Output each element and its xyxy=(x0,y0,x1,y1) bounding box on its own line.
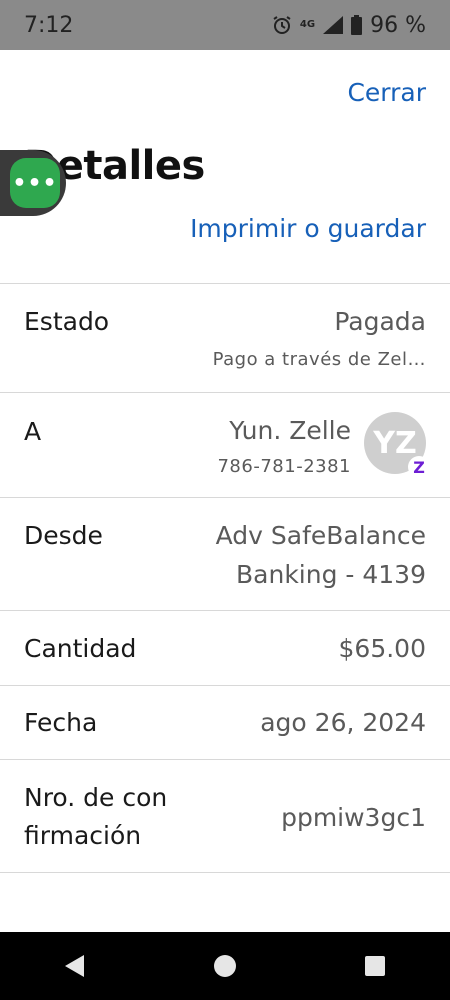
divider xyxy=(0,685,450,686)
floating-chat-bubble[interactable]: ••• xyxy=(0,150,66,216)
zelle-icon: Z xyxy=(408,456,430,478)
home-icon[interactable] xyxy=(205,946,245,986)
network-type-label: 4G xyxy=(299,19,316,30)
recipient-label: A xyxy=(24,417,42,446)
status-label: Estado xyxy=(24,307,110,336)
battery-icon xyxy=(351,15,363,35)
divider xyxy=(0,392,450,393)
divider xyxy=(0,610,450,611)
recents-icon[interactable] xyxy=(355,946,395,986)
divider xyxy=(0,872,450,873)
from-account-line1: Adv SafeBalance xyxy=(215,521,426,550)
avatar: YZ Z xyxy=(364,412,430,478)
recipient-name: Yun. Zelle xyxy=(229,416,351,445)
status-icons: 4G 96 % xyxy=(272,13,426,38)
more-icon: ••• xyxy=(10,158,60,208)
back-icon[interactable] xyxy=(55,946,95,986)
close-button[interactable]: Cerrar xyxy=(347,78,426,107)
status-value: Pagada xyxy=(334,307,426,336)
from-account-line2: Banking - 4139 xyxy=(236,560,426,589)
divider xyxy=(0,283,450,284)
navigation-bar xyxy=(0,932,450,1000)
status-bar: 7:12 4G 96 % xyxy=(0,0,450,50)
battery-percent: 96 % xyxy=(370,12,426,38)
divider xyxy=(0,759,450,760)
amount-value: $65.00 xyxy=(338,634,426,663)
date-label: Fecha xyxy=(24,708,98,737)
status-note: Pago a través de Zel… xyxy=(212,349,426,370)
amount-label: Cantidad xyxy=(24,634,137,663)
status-time: 7:12 xyxy=(24,12,74,38)
signal-icon xyxy=(323,16,344,34)
confirmation-number: ppmiw3gc1 xyxy=(281,803,426,832)
alarm-icon xyxy=(272,15,292,35)
date-value: ago 26, 2024 xyxy=(260,708,426,737)
print-or-save-button[interactable]: Imprimir o guardar xyxy=(190,214,426,243)
recipient-phone: 786-781-2381 xyxy=(217,456,351,477)
confirmation-label-line2: firmación xyxy=(24,821,142,850)
confirmation-label-line1: Nro. de con xyxy=(24,783,168,812)
divider xyxy=(0,497,450,498)
from-label: Desde xyxy=(24,521,103,550)
